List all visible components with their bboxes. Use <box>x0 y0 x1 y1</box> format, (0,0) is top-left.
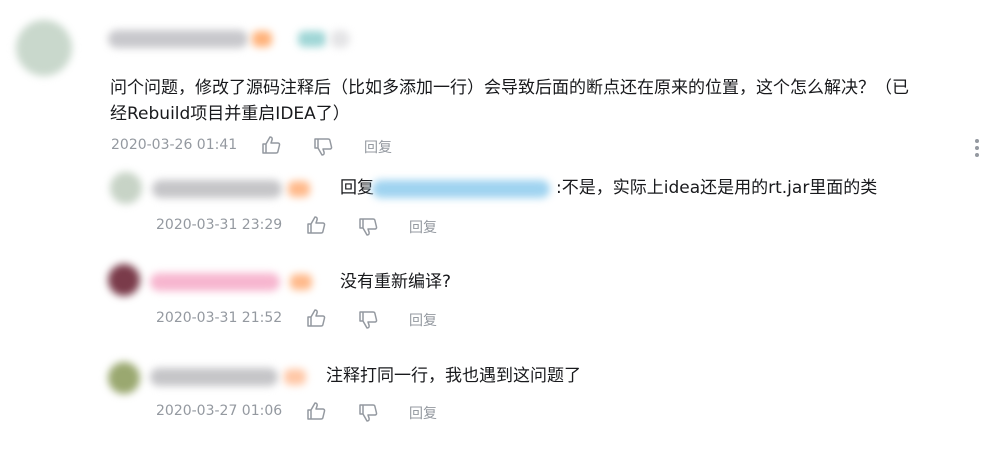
thumbs-up-icon[interactable] <box>305 401 327 421</box>
username[interactable] <box>150 368 278 386</box>
reply-button[interactable]: 回复 <box>409 403 437 423</box>
avatar[interactable] <box>16 20 72 76</box>
reply-button[interactable]: 回复 <box>409 217 437 237</box>
avatar[interactable] <box>110 172 142 204</box>
avatar[interactable] <box>108 362 140 394</box>
avatar[interactable] <box>108 264 140 296</box>
level-badge <box>252 31 272 47</box>
mentioned-user-link[interactable] <box>372 180 550 198</box>
reply-text: 没有重新编译? <box>340 272 452 292</box>
comment-text-line-1: 问个问题，修改了源码注释后（比如多添加一行）会导致后面的断点还在原来的位置，这个… <box>110 78 909 98</box>
reply-button[interactable]: 回复 <box>409 310 437 330</box>
level-badge <box>284 369 306 385</box>
username[interactable] <box>150 273 280 291</box>
username-extra <box>330 30 350 48</box>
username[interactable] <box>152 180 282 198</box>
timestamp: 2020-03-31 21:52 <box>156 310 283 326</box>
timestamp: 2020-03-26 01:41 <box>111 137 238 153</box>
thumbs-up-icon[interactable] <box>260 135 282 155</box>
thumbs-up-icon[interactable] <box>305 215 327 235</box>
more-vertical-icon[interactable] <box>975 139 981 160</box>
comment-text-line-2: 经Rebuild项目并重启IDEA了） <box>110 104 350 124</box>
reply-button[interactable]: 回复 <box>364 137 392 157</box>
reply-text: :不是，实际上idea还是用的rt.jar里面的类 <box>556 178 878 198</box>
reply-prefix: 回复 <box>340 178 374 198</box>
thumbs-down-icon[interactable] <box>312 137 334 157</box>
thumbs-down-icon[interactable] <box>357 403 379 423</box>
reply-text: 注释打同一行，我也遇到这问题了 <box>326 366 581 386</box>
timestamp: 2020-03-31 23:29 <box>156 217 283 233</box>
thumbs-down-icon[interactable] <box>357 217 379 237</box>
fan-badge <box>298 31 326 47</box>
username[interactable] <box>108 30 248 48</box>
level-badge <box>290 274 312 290</box>
thumbs-up-icon[interactable] <box>305 308 327 328</box>
thumbs-down-icon[interactable] <box>357 310 379 330</box>
level-badge <box>288 181 310 197</box>
timestamp: 2020-03-27 01:06 <box>156 403 283 419</box>
